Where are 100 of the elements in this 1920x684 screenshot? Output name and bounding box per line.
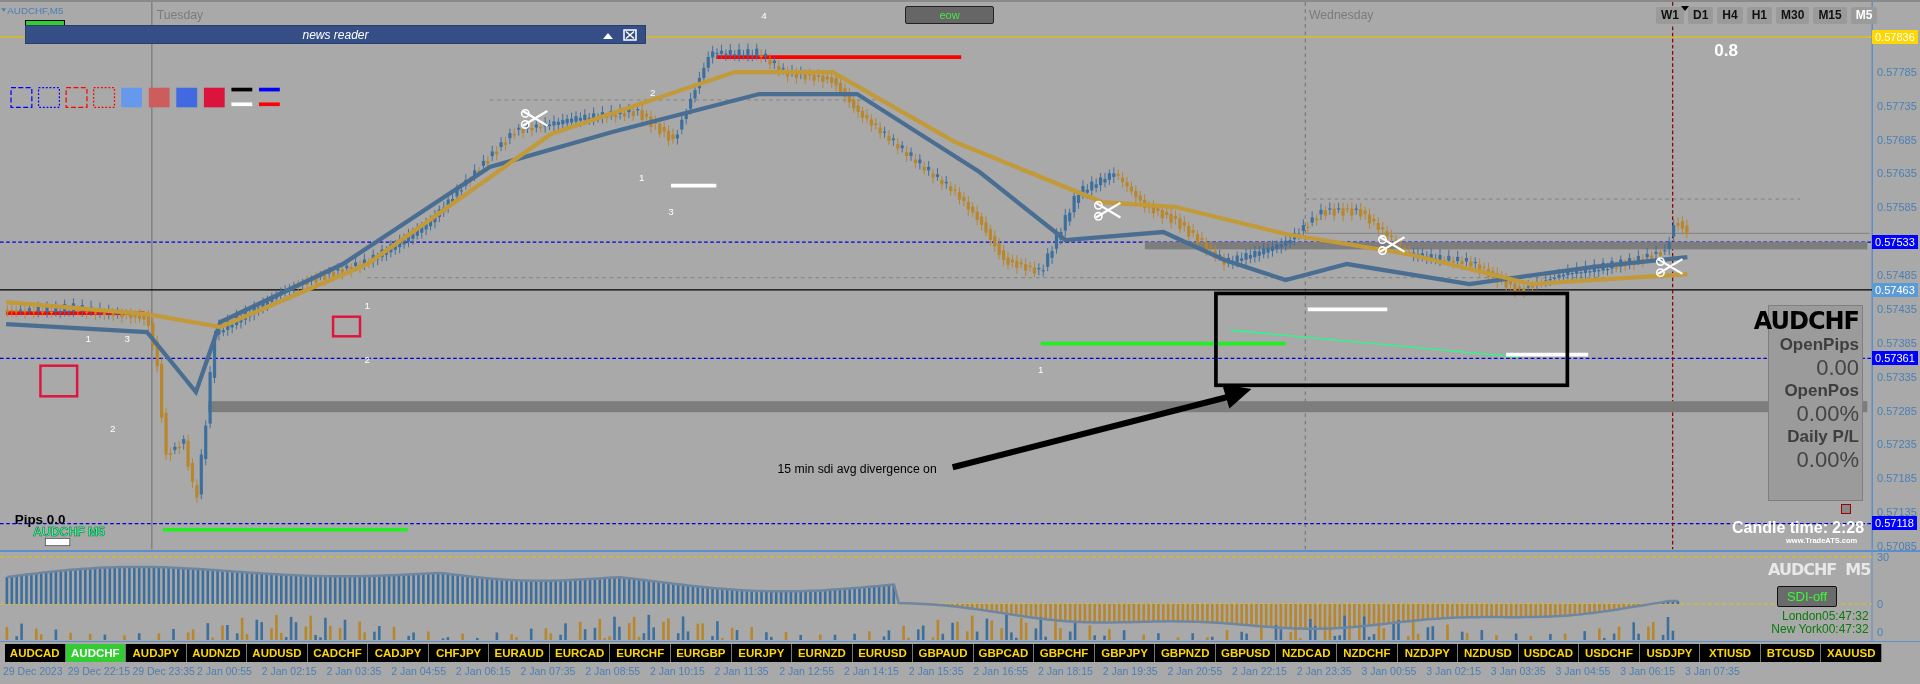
panel-symbol: AUDCHF — [1753, 308, 1859, 334]
time-axis-label: 29 Dec 23:35 — [132, 664, 196, 679]
close-icon[interactable] — [623, 29, 637, 41]
price-marker: 0.57533 — [1872, 235, 1918, 249]
scissors-icon — [1655, 257, 1684, 278]
timeframe-button[interactable]: M15 — [1813, 7, 1847, 24]
time-axis-label: 2 Jan 15:35 — [908, 664, 965, 679]
panel-value: 0.00% — [1796, 448, 1859, 472]
time-axis-label: 3 Jan 07:35 — [1684, 664, 1741, 679]
price-axis-label: 0.57235 — [1876, 437, 1918, 451]
session-time: 05:47:32 — [1822, 610, 1869, 623]
indicator-title: AUDCHF M5 — [1768, 559, 1871, 581]
price-axis-label: 0.57435 — [1876, 302, 1918, 316]
price-axis-label: 0.57635 — [1876, 166, 1918, 180]
scissors-icon — [1378, 235, 1406, 256]
panel-label: OpenPips — [1779, 334, 1859, 356]
dropdown-icon — [1, 8, 7, 12]
candle-time-value: 2:28 — [1832, 518, 1865, 538]
news-reader-title: news reader — [302, 26, 369, 44]
timeframe-button[interactable]: D1 — [1688, 7, 1714, 24]
price-marker: 0.57361 — [1872, 351, 1918, 365]
wave-label: 1 — [638, 171, 645, 183]
time-axis-label: 2 Jan 06:15 — [455, 664, 512, 679]
time-axis-label: 2 Jan 22:15 — [1232, 664, 1288, 679]
wave-label: 2 — [364, 354, 371, 366]
price-axis-label: 0.57485 — [1876, 268, 1918, 282]
time-axis-label: 2 Jan 03:35 — [326, 664, 383, 679]
timeframe-button[interactable]: W1 — [1656, 7, 1684, 24]
chart-symbol-label: AUDCHF,M5 — [7, 5, 64, 17]
timeframe-button[interactable]: M30 — [1776, 7, 1810, 24]
time-axis-label: 2 Jan 04:55 — [391, 664, 447, 679]
time-axis-label: 2 Jan 20:55 — [1167, 664, 1224, 679]
price-axis-label: 0.57785 — [1876, 65, 1918, 79]
timeframe-button[interactable]: H1 — [1746, 7, 1773, 24]
dropdown-icon[interactable] — [1681, 6, 1689, 11]
wave-label: 2 — [649, 87, 656, 99]
indicator-axis-label: 0 — [1876, 597, 1885, 611]
time-axis-label: 2 Jan 07:35 — [520, 664, 577, 679]
session-city: London — [1781, 610, 1822, 623]
session-city: New York — [1771, 623, 1822, 636]
price-axis-label: 0.57085 — [1876, 539, 1918, 553]
price-axis-label: 0.57385 — [1876, 336, 1918, 350]
time-axis-label: 29 Dec 2023 — [3, 664, 64, 679]
time-axis-label: 2 Jan 18:15 — [1038, 664, 1094, 679]
collapse-icon[interactable] — [603, 33, 613, 39]
price-axis-label: 0.57135 — [1876, 505, 1918, 519]
marker-box — [44, 538, 71, 547]
indicator-axis-label: 0 — [1876, 625, 1885, 639]
panel-label: Daily P/L — [1787, 426, 1859, 448]
price-marker: 0.57463 — [1872, 283, 1918, 297]
panel-label: OpenPos — [1784, 380, 1859, 402]
price-axis-label: 0.57335 — [1876, 370, 1918, 384]
time-axis-label: 2 Jan 19:35 — [1102, 664, 1159, 679]
wave-label: 1 — [364, 300, 371, 312]
time-axis-label: 2 Jan 00:55 — [197, 664, 253, 679]
price-axis-label: 0.57185 — [1876, 471, 1918, 485]
time-axis-label: 3 Jan 00:55 — [1361, 664, 1418, 679]
wave-label: 1 — [1038, 364, 1044, 376]
status-square — [1841, 504, 1851, 514]
wave-label: 3 — [668, 206, 674, 218]
time-axis-label: 2 Jan 23:35 — [1296, 664, 1353, 679]
price-marker: 0.57118 — [1872, 516, 1917, 530]
timeframe-button[interactable]: H4 — [1717, 7, 1743, 24]
time-axis-label: 3 Jan 06:15 — [1620, 664, 1677, 679]
time-axis-label: 3 Jan 03:35 — [1490, 664, 1547, 679]
time-axis-label: 2 Jan 12:55 — [779, 664, 836, 679]
eow-button[interactable]: eow — [905, 6, 994, 24]
time-axis-label: 2 Jan 02:15 — [261, 664, 318, 679]
time-axis-label: 29 Dec 22:15 — [67, 664, 132, 679]
highlight-box — [331, 315, 362, 338]
spread-value: 0.8 — [1714, 39, 1739, 60]
time-axis-label: 2 Jan 10:15 — [649, 664, 706, 679]
panel-value: 0.00 — [1816, 356, 1859, 380]
sdi-toggle-button[interactable]: SDI-off — [1777, 586, 1837, 607]
price-marker: 0.57836 — [1872, 30, 1918, 44]
time-axis-label: 3 Jan 04:55 — [1555, 664, 1612, 679]
annotation-text: 15 min sdi avg divergence on — [777, 462, 937, 477]
chart-symbol-text: AUDCHF M5 — [33, 524, 106, 539]
trend-line — [671, 183, 717, 188]
time-axis-label: 3 Jan 02:15 — [1426, 664, 1482, 679]
wave-label: 2 — [109, 422, 116, 434]
pips-label: Pips 0.0 — [14, 511, 66, 527]
wave-label: 3 — [124, 333, 131, 345]
scissors-icon — [520, 109, 549, 129]
price-axis-label: 0.57285 — [1876, 404, 1918, 418]
candle-time-label: Candle time: — [1732, 518, 1828, 538]
wave-label: 4 — [761, 10, 767, 22]
scissors-icon — [1093, 200, 1122, 221]
panel-value: 0.00% — [1796, 402, 1859, 426]
time-axis-label: 2 Jan 16:55 — [973, 664, 1030, 679]
price-axis-label: 0.57685 — [1876, 133, 1918, 147]
time-axis-label: 2 Jan 11:35 — [714, 664, 770, 679]
indicator-axis-label: 30 — [1876, 550, 1891, 564]
highlight-box — [39, 364, 79, 398]
price-axis-label: 0.57585 — [1876, 200, 1918, 214]
time-axis-label: 2 Jan 08:55 — [585, 664, 642, 679]
price-axis-label: 0.57735 — [1876, 99, 1918, 113]
time-axis-label: 2 Jan 14:15 — [843, 664, 900, 679]
wave-label: 1 — [85, 333, 91, 345]
session-time: 00:47:32 — [1822, 623, 1869, 636]
